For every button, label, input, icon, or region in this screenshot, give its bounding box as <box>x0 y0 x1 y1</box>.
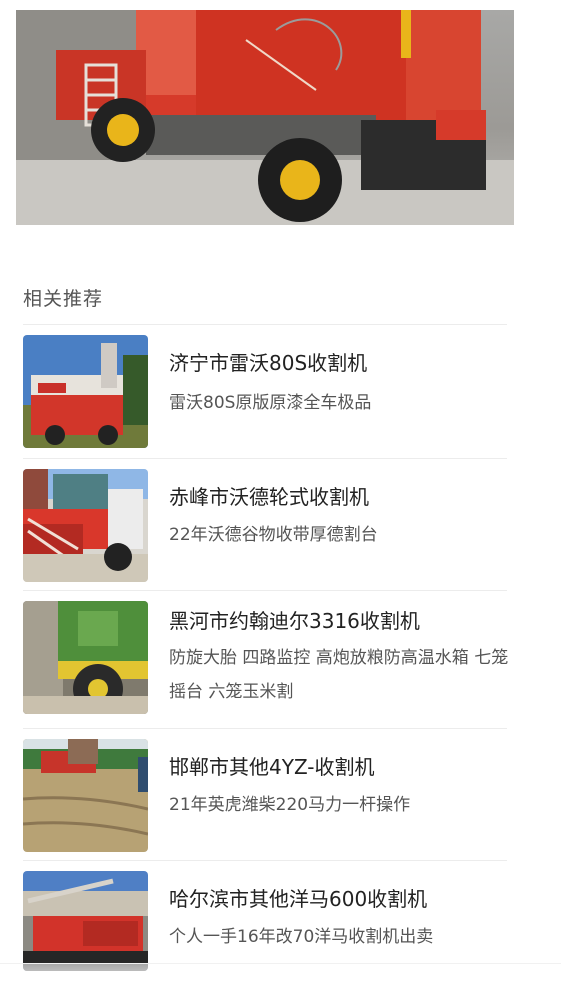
item-thumbnail <box>23 739 148 852</box>
section-title: 相关推荐 <box>23 288 104 310</box>
item-title: 哈尔滨市其他洋马600收割机 <box>169 887 428 911</box>
item-description: 雷沃80S原版原漆全车极品 <box>169 393 372 413</box>
item-thumbnail <box>23 871 148 971</box>
item-title: 赤峰市沃德轮式收割机 <box>169 485 369 509</box>
page: 相关推荐 济宁市雷沃80S收割机 雷沃80S原版原漆全车极品 赤峰市沃德轮式收割… <box>0 0 561 995</box>
red-wheeled-harvester-photo <box>23 469 148 582</box>
hero-image[interactable] <box>16 10 514 225</box>
item-title: 济宁市雷沃80S收割机 <box>169 351 368 375</box>
recommendation-list: 济宁市雷沃80S收割机 雷沃80S原版原漆全车极品 赤峰市沃德轮式收割机 22年… <box>23 324 509 971</box>
item-thumbnail <box>23 335 148 448</box>
list-item[interactable]: 邯郸市其他4YZ-收割机 21年英虎潍柴220马力一杆操作 <box>23 728 507 860</box>
red-harvester-photo <box>23 335 148 448</box>
list-item[interactable]: 赤峰市沃德轮式收割机 22年沃德谷物收带厚德割台 <box>23 458 507 590</box>
item-thumbnail <box>23 601 148 714</box>
item-title: 邯郸市其他4YZ-收割机 <box>169 755 375 779</box>
field-harvester-photo <box>23 739 148 852</box>
item-thumbnail <box>23 469 148 582</box>
item-description: 个人一手16年改70洋马收割机出卖 <box>169 927 434 947</box>
green-harvester-photo <box>23 601 148 714</box>
bottom-bar <box>0 963 561 995</box>
list-item[interactable]: 黑河市约翰迪尔3316收割机 防旋大胎 四路监控 高炮放粮防高温水箱 七笼摇台 … <box>23 590 509 728</box>
list-item[interactable]: 哈尔滨市其他洋马600收割机 个人一手16年改70洋马收割机出卖 <box>23 860 507 971</box>
item-description: 22年沃德谷物收带厚德割台 <box>169 525 378 545</box>
item-description: 防旋大胎 四路监控 高炮放粮防高温水箱 七笼摇台 六笼玉米割 <box>169 648 509 702</box>
item-title: 黑河市约翰迪尔3316收割机 <box>169 609 420 633</box>
list-item[interactable]: 济宁市雷沃80S收割机 雷沃80S原版原漆全车极品 <box>23 324 507 458</box>
red-tracked-harvester-photo <box>23 871 148 971</box>
combine-harvester-photo <box>16 10 514 225</box>
item-description: 21年英虎潍柴220马力一杆操作 <box>169 795 411 815</box>
